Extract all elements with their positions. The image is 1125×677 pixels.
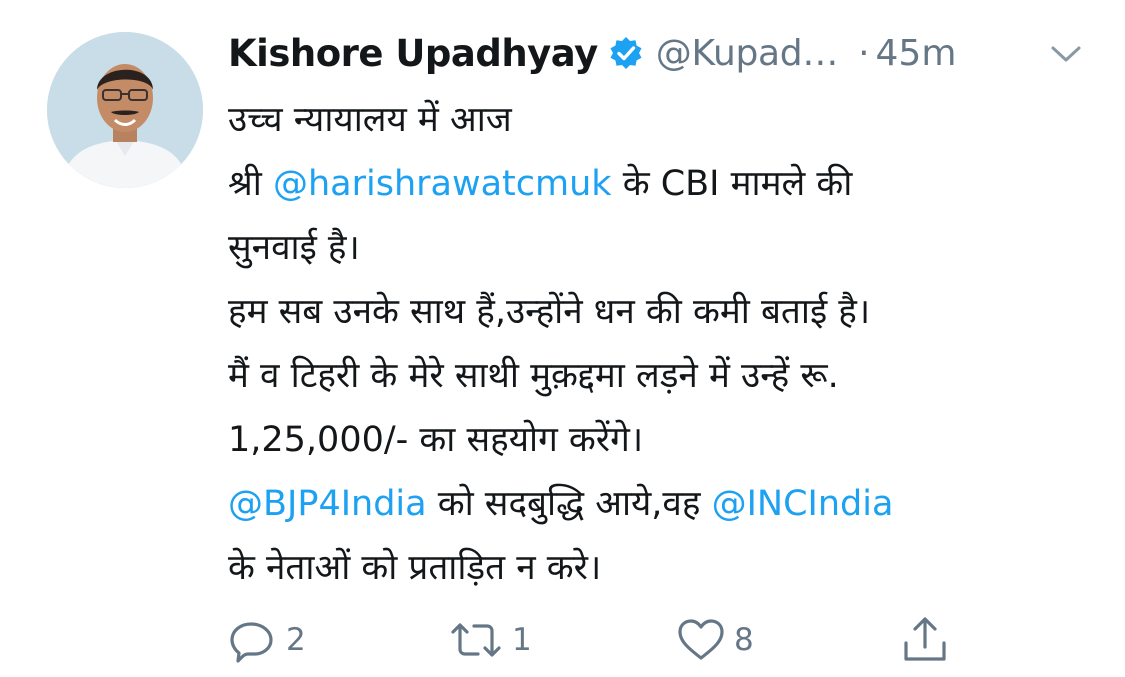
mention-link[interactable]: @INCIndia xyxy=(712,484,894,524)
retweet-icon xyxy=(451,623,501,657)
author-handle[interactable]: @Kupad… xyxy=(656,33,839,74)
tweet-actions: 2 1 8 xyxy=(228,612,1088,668)
tweet-text-line: 1,25,000/- का सहयोग करेंगे। xyxy=(228,408,1108,472)
tweet-text-segment: को सदबुद्धि आये,वह xyxy=(426,484,712,524)
tweet-timestamp[interactable]: 45m xyxy=(876,33,957,74)
tweet-text-segment: सुनवाई है। xyxy=(228,228,360,268)
tweet-text-line: सुनवाई है। xyxy=(228,216,1108,280)
like-button[interactable]: 8 xyxy=(676,612,754,668)
tweet-text-line: के नेताओं को प्रताड़ित न करे। xyxy=(228,536,1108,600)
tweet-text-line: @BJP4India को सदबुद्धि आये,वह @INCIndia xyxy=(228,472,1108,536)
tweet-text-segment: श्री xyxy=(228,164,273,204)
person-avatar-icon xyxy=(47,32,203,188)
tweet-text-segment: मैं व टिहरी के मेरे साथी मुक़द्दमा लड़ने… xyxy=(228,356,839,396)
share-button[interactable] xyxy=(900,612,958,668)
chevron-down-icon[interactable] xyxy=(1048,42,1084,66)
tweet-text-segment: 1,25,000/- का सहयोग करेंगे। xyxy=(228,420,644,460)
tweet-header: Kishore Upadhyay @Kupad… · 45m xyxy=(228,28,956,78)
reply-count: 2 xyxy=(286,622,306,658)
tweet-text-segment: उच्च न्यायालय में आज xyxy=(228,100,512,140)
tweet-text: उच्च न्यायालय में आज श्री @harishrawatcmu… xyxy=(228,88,1108,600)
separator-dot: · xyxy=(858,32,870,74)
share-icon xyxy=(904,617,946,661)
avatar[interactable] xyxy=(47,32,203,188)
tweet-text-line: उच्च न्यायालय में आज xyxy=(228,88,1108,152)
tweet-text-line: मैं व टिहरी के मेरे साथी मुक़द्दमा लड़ने… xyxy=(228,344,1108,408)
tweet-text-segment: के CBI मामले की xyxy=(611,164,853,204)
retweet-button[interactable]: 1 xyxy=(448,612,532,668)
reply-button[interactable]: 2 xyxy=(228,612,306,668)
heart-icon xyxy=(678,619,724,660)
tweet-text-segment: हम सब उनके साथ हैं,उन्होंने धन की कमी बत… xyxy=(228,292,871,332)
tweet-text-line: हम सब उनके साथ हैं,उन्होंने धन की कमी बत… xyxy=(228,280,1108,344)
mention-link[interactable]: @BJP4India xyxy=(228,484,427,524)
tweet-text-segment: के नेताओं को प्रताड़ित न करे। xyxy=(228,548,602,588)
author-name[interactable]: Kishore Upadhyay xyxy=(228,32,598,75)
tweet[interactable]: Kishore Upadhyay @Kupad… · 45m उच्च न्या… xyxy=(0,0,1125,677)
tweet-text-line: श्री @harishrawatcmuk के CBI मामले की xyxy=(228,152,1108,216)
verified-badge-icon xyxy=(608,35,644,71)
like-count: 8 xyxy=(734,622,754,658)
reply-icon xyxy=(230,622,273,663)
mention-link[interactable]: @harishrawatcmuk xyxy=(273,164,612,204)
retweet-count: 1 xyxy=(512,622,532,658)
